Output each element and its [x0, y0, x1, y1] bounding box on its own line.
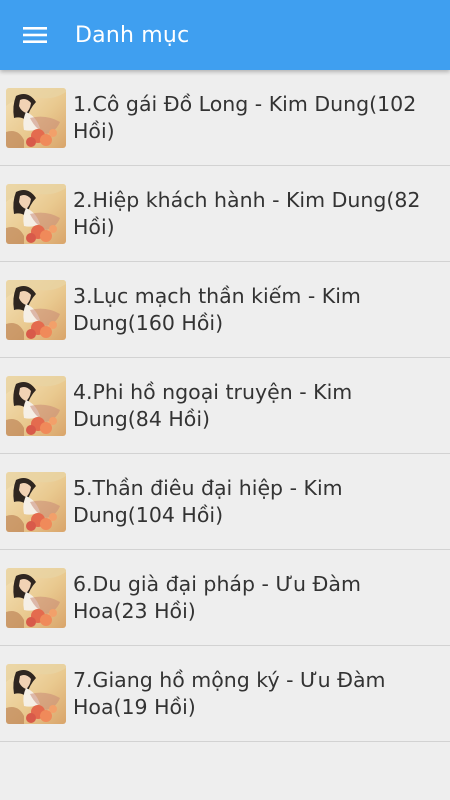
book-cover-icon	[6, 87, 66, 148]
list-item-label: 7.Giang hồ mộng ký - Ưu Đàm Hoa(19 Hồi)	[73, 667, 386, 719]
list-item-label: 5.Thần điêu đại hiệp - Kim Dung(104 Hồi)	[73, 475, 343, 527]
list-item-label: 2.Hiệp khách hành - Kim Dung(82 Hồi)	[73, 187, 421, 239]
list-item[interactable]: 4.Phi hồ ngoại truyện - Kim Dung(84 Hồi)	[0, 358, 450, 454]
book-cover-icon	[6, 279, 66, 340]
page-title: Danh mục	[75, 22, 190, 48]
list-item[interactable]: 6.Du già đại pháp - Ưu Đàm Hoa(23 Hồi)	[0, 550, 450, 646]
book-cover-icon	[6, 663, 66, 724]
list-item-label: 4.Phi hồ ngoại truyện - Kim Dung(84 Hồi)	[73, 379, 353, 431]
book-cover-icon	[6, 183, 66, 244]
list-item[interactable]: 1.Cô gái Đồ Long - Kim Dung(102 Hồi)	[0, 70, 450, 166]
app-bar: Danh mục	[0, 0, 450, 70]
list-item-label: 1.Cô gái Đồ Long - Kim Dung(102 Hồi)	[73, 91, 417, 143]
list-item-label: 6.Du già đại pháp - Ưu Đàm Hoa(23 Hồi)	[73, 571, 361, 623]
list-item[interactable]: 2.Hiệp khách hành - Kim Dung(82 Hồi)	[0, 166, 450, 262]
book-cover-icon	[6, 375, 66, 436]
book-list: 1.Cô gái Đồ Long - Kim Dung(102 Hồi) 2.H…	[0, 70, 450, 742]
list-item[interactable]: 5.Thần điêu đại hiệp - Kim Dung(104 Hồi)	[0, 454, 450, 550]
list-item-label: 3.Lục mạch thần kiếm - Kim Dung(160 Hồi)	[73, 283, 361, 335]
hamburger-menu-icon[interactable]	[0, 0, 70, 70]
book-cover-icon	[6, 567, 66, 628]
book-cover-icon	[6, 471, 66, 532]
list-item[interactable]: 3.Lục mạch thần kiếm - Kim Dung(160 Hồi)	[0, 262, 450, 358]
list-item[interactable]: 7.Giang hồ mộng ký - Ưu Đàm Hoa(19 Hồi)	[0, 646, 450, 742]
